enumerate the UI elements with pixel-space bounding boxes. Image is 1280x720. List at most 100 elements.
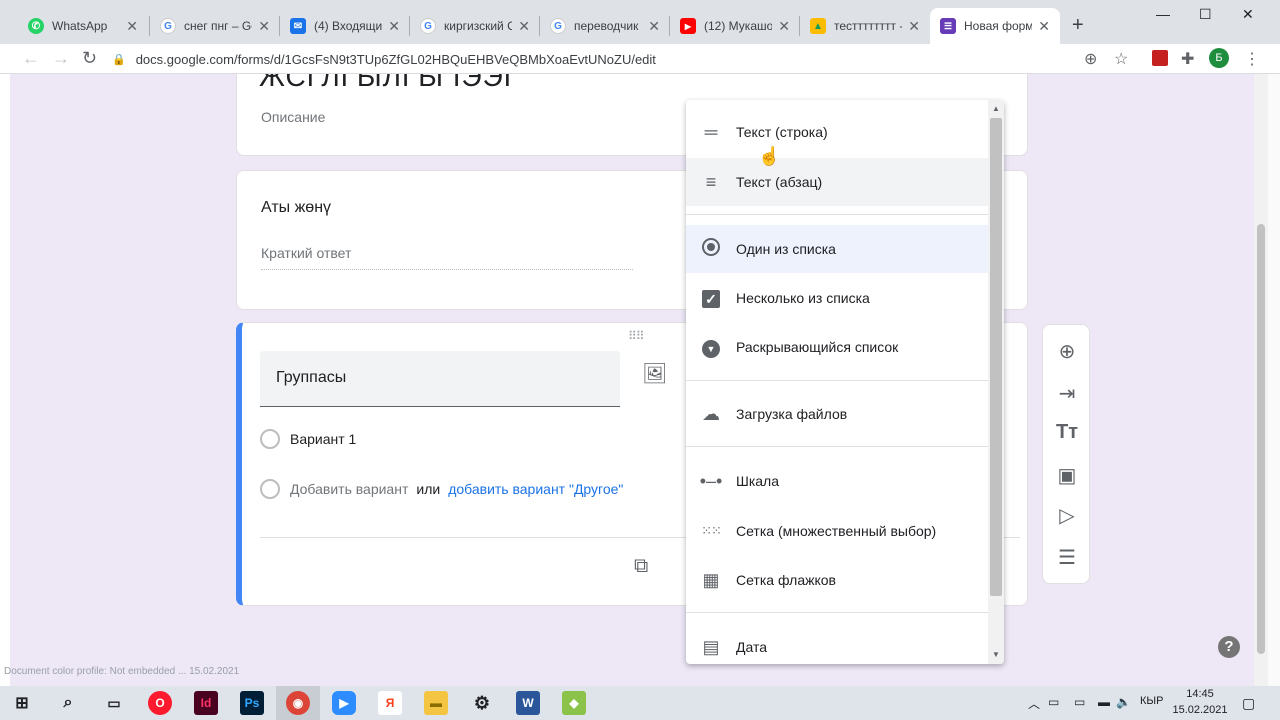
menu-item-multiple-choice-grid[interactable]: ⁙⁙ Сетка (множественный выбор): [686, 507, 988, 555]
extensions-puzzle-icon[interactable]: ✚: [1181, 49, 1194, 69]
tab-title: WhatsApp: [52, 19, 108, 33]
menu-item-file-upload[interactable]: ☁ Загрузка файлов: [686, 390, 988, 438]
clock-time: 14:45: [1186, 688, 1214, 700]
tab-google-drive[interactable]: ▲ тестттттттт - ✕: [800, 8, 930, 44]
close-icon[interactable]: ✕: [388, 18, 400, 35]
tray-display-icon[interactable]: ▭: [1048, 695, 1059, 709]
windows-start-icon[interactable]: ⊞: [10, 691, 34, 715]
volume-icon[interactable]: 🔈: [1116, 695, 1131, 709]
menu-item-date[interactable]: ▤ Дата: [686, 623, 988, 664]
maximize-icon[interactable]: ☐: [1199, 6, 1212, 23]
option-row[interactable]: Вариант 1: [260, 429, 356, 449]
tab-gmail[interactable]: ✉ (4) Входящие ✕: [280, 8, 410, 44]
battery-icon[interactable]: ▬: [1098, 695, 1110, 709]
tab-new-form[interactable]: ☰ Новая форма ✕: [930, 8, 1060, 44]
form-description-field[interactable]: Описание: [261, 109, 325, 125]
radio-icon: [260, 479, 280, 499]
tab-title: киргизский С: [444, 19, 513, 33]
help-icon[interactable]: ?: [1218, 636, 1240, 658]
close-icon[interactable]: ✕: [1038, 18, 1050, 35]
drag-handle-icon[interactable]: ⠿⠿: [628, 329, 645, 343]
language-indicator[interactable]: КЫР: [1140, 695, 1163, 707]
file-explorer-icon[interactable]: ▬: [424, 691, 448, 715]
image-icon[interactable]: 🖼: [642, 361, 667, 386]
new-tab-button[interactable]: +: [1072, 14, 1084, 37]
photoshop-icon[interactable]: Ps: [240, 691, 264, 715]
yandex-browser-icon[interactable]: Я: [378, 691, 402, 715]
close-icon[interactable]: ✕: [126, 18, 138, 35]
reload-icon[interactable]: ↻: [82, 48, 97, 69]
add-title-icon[interactable]: Tт: [1055, 421, 1079, 444]
system-clock[interactable]: 14:45 15.02.2021: [1172, 686, 1228, 718]
option-label[interactable]: Вариант 1: [290, 431, 356, 447]
back-icon[interactable]: ←: [22, 48, 40, 69]
menu-item-short-text[interactable]: ═ Текст (строка): [686, 108, 988, 156]
menu-item-checkbox-grid[interactable]: ▦ Сетка флажков: [686, 556, 988, 604]
add-section-icon[interactable]: ☰: [1055, 545, 1079, 570]
question-title-input[interactable]: Группасы: [260, 351, 620, 407]
chrome-icon[interactable]: ◉: [286, 691, 310, 715]
url-bar[interactable]: 🔒 docs.google.com/forms/d/1GcsFsN9t3TUp6…: [112, 46, 1112, 72]
tray-expand-icon[interactable]: ︿: [1028, 695, 1040, 712]
page-scrollbar[interactable]: [1254, 74, 1268, 686]
menu-divider: [686, 612, 988, 613]
chrome-menu-icon[interactable]: ⋮: [1244, 49, 1260, 69]
minimize-icon[interactable]: —: [1156, 6, 1170, 22]
tab-whatsapp[interactable]: ✆ WhatsApp ✕: [18, 8, 148, 44]
tab-title: (4) Входящие: [314, 19, 383, 33]
duplicate-icon[interactable]: ⧉: [634, 555, 648, 578]
zoom-icon[interactable]: ⊕: [1084, 49, 1097, 69]
menu-item-multiple-choice[interactable]: Один из списка: [686, 225, 988, 273]
question-title[interactable]: Аты жөнү: [261, 199, 331, 217]
calendar-icon: ▤: [702, 636, 720, 657]
opera-icon[interactable]: O: [148, 691, 172, 715]
forward-icon[interactable]: →: [52, 48, 70, 69]
tab-google-kyrgyz[interactable]: G киргизский С ✕: [410, 8, 540, 44]
menu-scroll-thumb[interactable]: [990, 118, 1002, 596]
menu-item-dropdown[interactable]: ▼ Раскрывающийся список: [686, 323, 988, 371]
scroll-down-icon[interactable]: ▼: [992, 650, 1000, 659]
menu-item-checkboxes[interactable]: ✓ Несколько из списка: [686, 274, 988, 322]
tab-title: переводчик -: [574, 19, 643, 33]
tab-google-translator[interactable]: G переводчик - ✕: [540, 8, 670, 44]
extension-icon[interactable]: [1152, 50, 1168, 66]
close-icon[interactable]: ✕: [778, 18, 790, 35]
menu-item-label: Текст (абзац): [736, 174, 823, 190]
address-toolbar: ← → ↻ 🔒 docs.google.com/forms/d/1GcsFsN9…: [0, 44, 1280, 74]
search-icon[interactable]: ⌕: [56, 691, 80, 715]
forms-icon: ☰: [940, 18, 956, 34]
bookmark-star-icon[interactable]: ☆: [1114, 49, 1128, 69]
page-scroll-thumb[interactable]: [1257, 224, 1265, 654]
close-icon[interactable]: ✕: [518, 18, 530, 35]
add-other-link[interactable]: добавить вариант "Другое": [448, 481, 623, 497]
tab-google-search-snow[interactable]: G снег пнг – Go ✕: [150, 8, 280, 44]
menu-item-linear-scale[interactable]: •–• Шкала: [686, 457, 988, 505]
profile-avatar[interactable]: Б: [1209, 48, 1229, 68]
indesign-icon[interactable]: Id: [194, 691, 218, 715]
task-view-icon[interactable]: ▭: [102, 691, 126, 715]
zoom-app-icon[interactable]: ▶: [332, 691, 356, 715]
settings-gear-icon[interactable]: ⚙: [470, 691, 494, 715]
add-image-icon[interactable]: ▣: [1055, 463, 1079, 488]
menu-item-paragraph[interactable]: ≡ Текст (абзац): [686, 158, 988, 206]
add-video-icon[interactable]: ▷: [1055, 503, 1079, 528]
add-question-icon[interactable]: ⊕: [1055, 339, 1079, 364]
word-icon[interactable]: W: [516, 691, 540, 715]
add-option-link[interactable]: Добавить вариант: [290, 481, 408, 497]
scroll-up-icon[interactable]: ▲: [992, 104, 1000, 113]
menu-item-label: Один из списка: [736, 241, 836, 257]
network-icon[interactable]: ▭: [1074, 695, 1085, 709]
tab-title: (12) Мукашо: [704, 19, 773, 33]
import-questions-icon[interactable]: ⇥: [1055, 381, 1079, 406]
menu-scrollbar[interactable]: ▲ ▼: [988, 100, 1004, 664]
close-icon[interactable]: ✕: [648, 18, 660, 35]
clock-date: 15.02.2021: [1172, 704, 1228, 716]
menu-item-label: Дата: [736, 639, 768, 655]
window-close-icon[interactable]: ✕: [1242, 6, 1254, 23]
form-title[interactable]: ЖСГЛГЫЛГЫ ІЭЭГ: [259, 74, 520, 93]
close-icon[interactable]: ✕: [258, 18, 270, 35]
notifications-icon[interactable]: ▢: [1242, 695, 1255, 712]
close-icon[interactable]: ✕: [908, 18, 920, 35]
tab-youtube[interactable]: ▶ (12) Мукашо ✕: [670, 8, 800, 44]
app-icon[interactable]: ◆: [562, 691, 586, 715]
